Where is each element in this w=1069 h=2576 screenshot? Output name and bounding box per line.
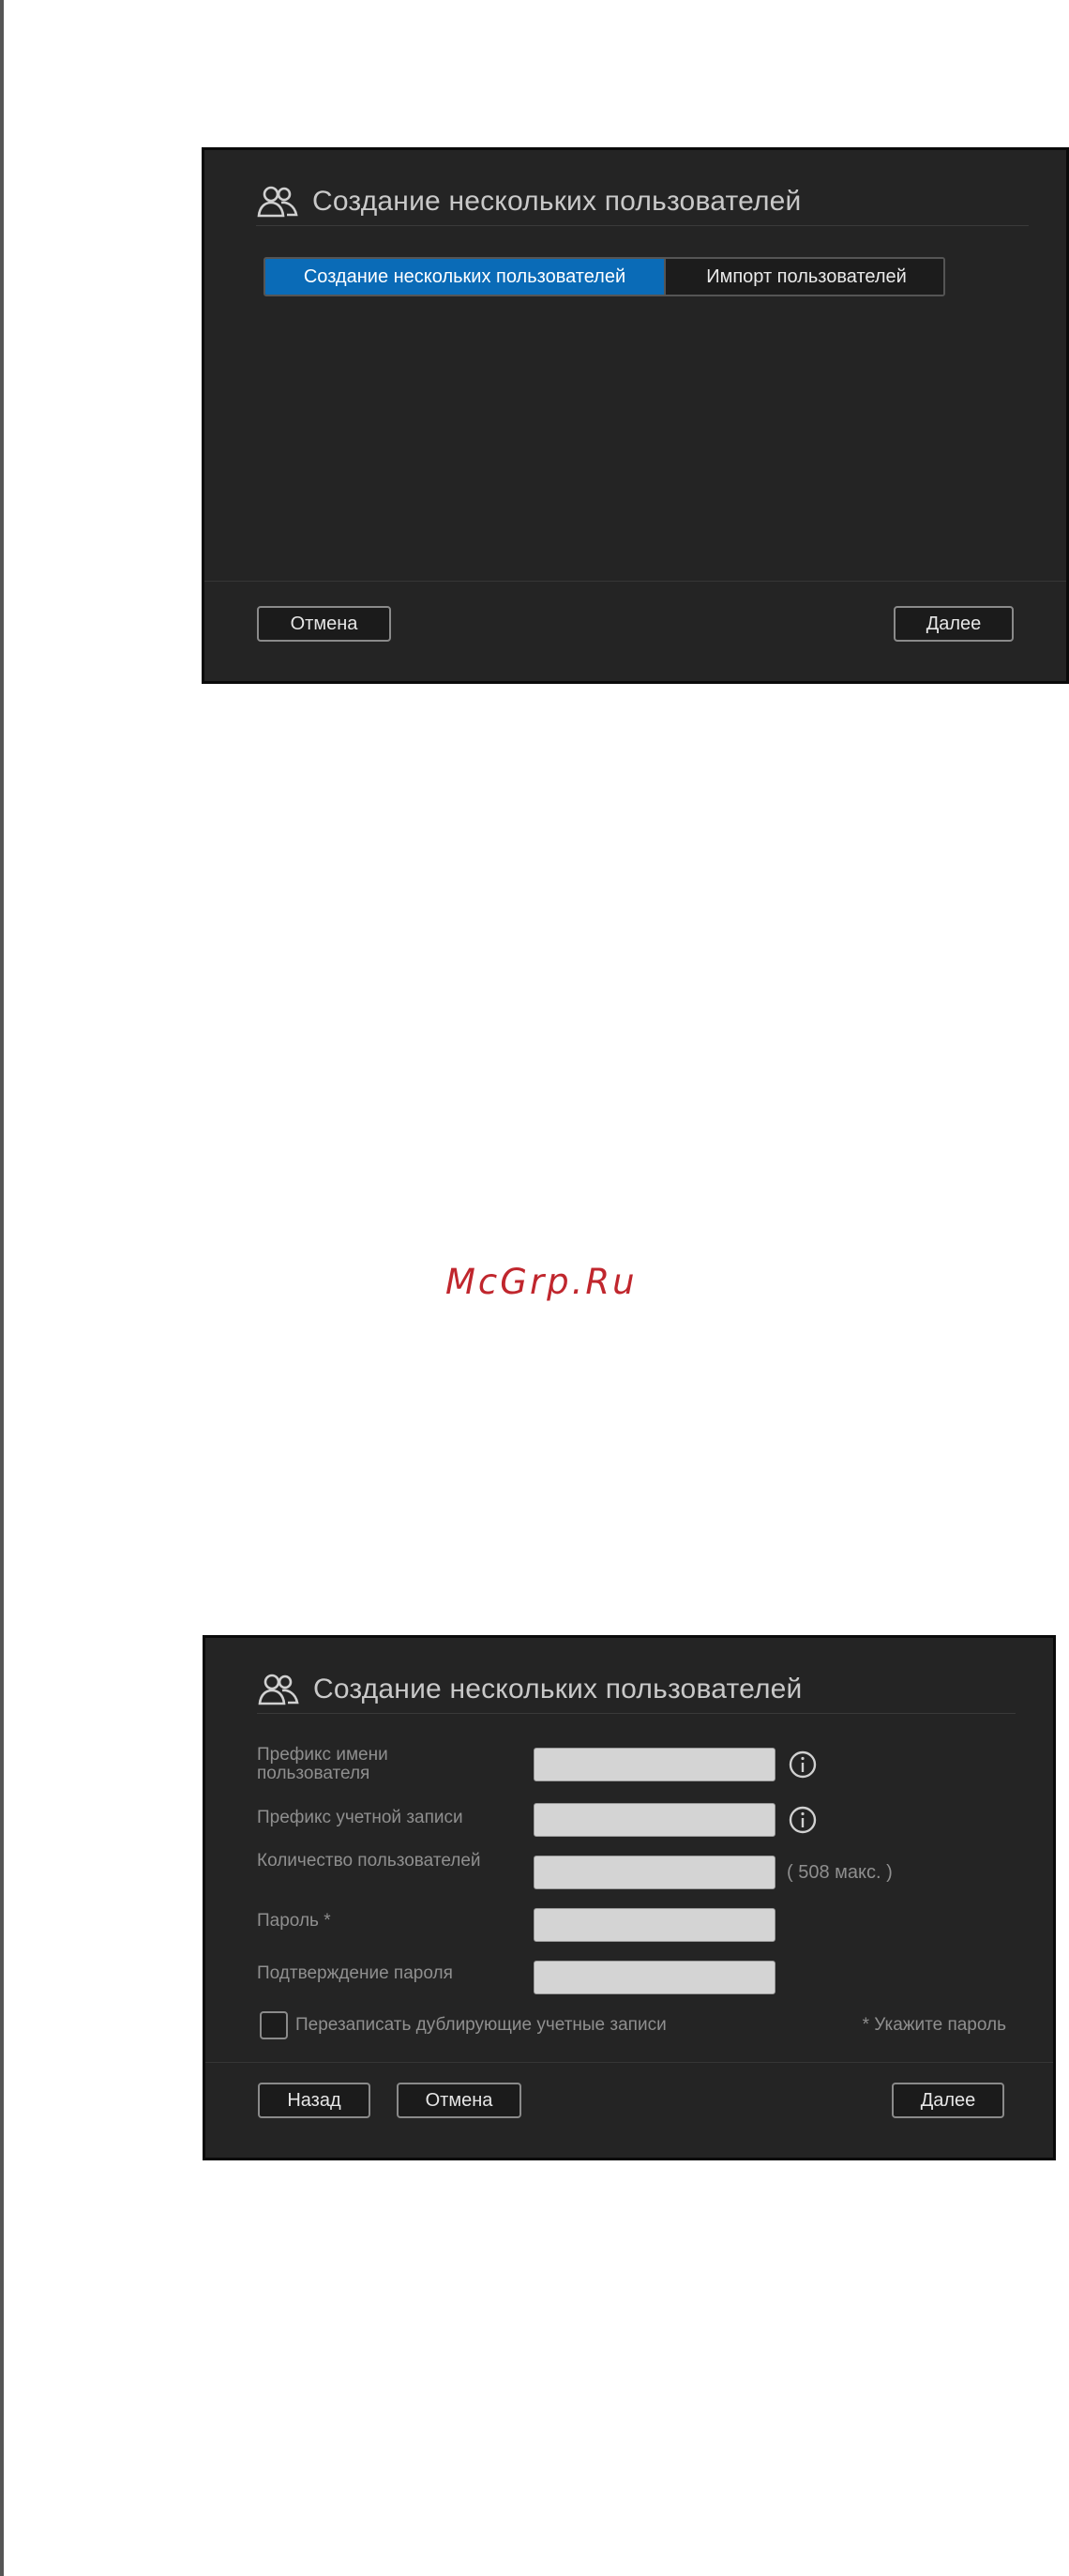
dialog-footer: Отмена Далее bbox=[204, 581, 1066, 681]
user-count-input[interactable] bbox=[534, 1856, 775, 1889]
dialog-title: Создание нескольких пользователей bbox=[312, 186, 802, 217]
watermark: McGrp.Ru bbox=[445, 1262, 638, 1302]
user-count-label: Количество пользователей bbox=[257, 1851, 481, 1871]
mode-tabs: Создание нескольких пользователей Импорт… bbox=[263, 257, 945, 296]
overwrite-duplicates-label: Перезаписать дублирующие учетные записи bbox=[295, 2015, 667, 2035]
account-prefix-input[interactable] bbox=[534, 1803, 775, 1837]
cancel-button[interactable]: Отмена bbox=[257, 606, 391, 642]
username-prefix-input[interactable] bbox=[534, 1748, 775, 1781]
info-icon[interactable] bbox=[788, 1805, 818, 1835]
password-confirm-row: Подтверждение пароля bbox=[257, 1955, 1016, 2002]
password-confirm-input[interactable] bbox=[534, 1961, 775, 1994]
required-password-note: * Укажите пароль bbox=[862, 2015, 1006, 2035]
username-prefix-row: Префикс имени пользователя bbox=[257, 1744, 1016, 1791]
overwrite-duplicates-checkbox[interactable] bbox=[260, 2011, 288, 2039]
users-icon bbox=[257, 1672, 300, 1707]
next-button[interactable]: Далее bbox=[894, 606, 1014, 642]
create-multiple-users-dialog: Создание нескольких пользователей Создан… bbox=[202, 147, 1069, 684]
page-edge bbox=[0, 0, 4, 2576]
account-prefix-label: Префикс учетной записи bbox=[257, 1808, 463, 1827]
info-icon[interactable] bbox=[788, 1750, 818, 1780]
dialog-footer: Назад Отмена Далее bbox=[205, 2056, 1053, 2158]
cancel-button[interactable]: Отмена bbox=[397, 2083, 521, 2118]
password-label: Пароль * bbox=[257, 1911, 331, 1931]
dialog-title: Создание нескольких пользователей bbox=[313, 1674, 803, 1705]
users-icon bbox=[256, 184, 299, 220]
user-count-max-hint: ( 508 макс. ) bbox=[787, 1862, 893, 1883]
password-confirm-label: Подтверждение пароля bbox=[257, 1963, 453, 1983]
username-prefix-label: Префикс имени пользователя bbox=[257, 1745, 388, 1783]
back-button[interactable]: Назад bbox=[258, 2083, 370, 2118]
user-count-row: Количество пользователей ( 508 макс. ) bbox=[257, 1850, 1016, 1897]
account-prefix-row: Префикс учетной записи bbox=[257, 1799, 1016, 1846]
tab-create-multiple-users[interactable]: Создание нескольких пользователей bbox=[265, 259, 664, 295]
password-input[interactable] bbox=[534, 1908, 775, 1942]
next-button[interactable]: Далее bbox=[892, 2083, 1004, 2118]
overwrite-duplicates-row: Перезаписать дублирующие учетные записи bbox=[260, 2011, 667, 2039]
password-row: Пароль * bbox=[257, 1902, 1016, 1949]
dialog-header: Создание нескольких пользователей bbox=[256, 178, 1029, 226]
create-multiple-users-form-dialog: Создание нескольких пользователей Префик… bbox=[203, 1635, 1056, 2160]
tab-import-users[interactable]: Импорт пользователей bbox=[664, 259, 943, 295]
dialog-header: Создание нескольких пользователей bbox=[257, 1666, 1016, 1714]
